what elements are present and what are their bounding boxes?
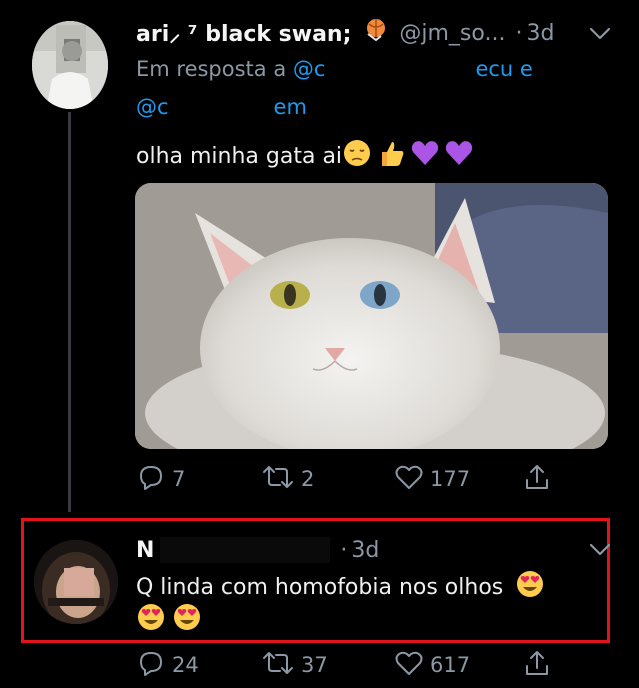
heart-eyes-icon: [172, 602, 202, 638]
reply-icon: [136, 462, 166, 497]
thread-line: [68, 112, 71, 512]
reply-context: Em resposta a @c ecu e: [136, 57, 533, 82]
user-handle[interactable]: @jm_so...: [399, 21, 505, 46]
redaction-bar: [160, 537, 331, 563]
avatar[interactable]: [34, 540, 118, 624]
chevron-down-icon[interactable]: [589, 24, 611, 42]
purple-heart-icon: [444, 138, 474, 174]
reply-context-line2: @c em: [136, 95, 307, 120]
tweet-text: olha minha gata ai: [136, 138, 474, 174]
heart-icon: [394, 462, 424, 497]
basketball-icon: [361, 16, 389, 50]
separator-dot: ·: [340, 537, 348, 563]
separator-dot: ·: [515, 20, 523, 46]
tweet-actions: 24 37 617: [136, 648, 576, 682]
tweet-text-content: olha minha gata ai: [136, 143, 343, 169]
chevron-down-icon[interactable]: [589, 540, 611, 558]
retweet-count: 37: [301, 653, 328, 677]
tweet-text-content: Q linda com homofobia nos olhos: [136, 574, 504, 600]
heart-eyes-icon: [515, 569, 545, 605]
reply-count: 24: [172, 653, 199, 677]
reply-count: 7: [172, 467, 186, 491]
timestamp[interactable]: 3d: [351, 538, 379, 563]
mention-start: @c: [292, 57, 326, 81]
retweet-button[interactable]: 37: [261, 648, 328, 682]
mention-link[interactable]: @c ecu e: [292, 57, 533, 82]
display-name[interactable]: ari⸝ ⁷ black swan;: [136, 18, 351, 48]
like-count: 177: [430, 467, 471, 491]
retweet-button[interactable]: 2: [261, 462, 314, 496]
tweet-header: N · 3d: [136, 535, 379, 565]
reply-button[interactable]: 7: [136, 462, 185, 496]
tweet-text: Q linda com homofobia nos olhos: [136, 569, 545, 605]
share-icon: [522, 648, 552, 683]
reply-button[interactable]: 24: [136, 648, 199, 682]
mention-link[interactable]: @c em: [136, 95, 307, 120]
like-button[interactable]: 177: [394, 462, 470, 496]
share-button[interactable]: [522, 648, 552, 682]
heart-eyes-icon: [136, 602, 166, 638]
retweet-count: 2: [301, 467, 315, 491]
purple-heart-icon: [410, 138, 440, 174]
heart-icon: [394, 648, 424, 683]
retweet-icon: [261, 648, 295, 683]
tweet-header: ari⸝ ⁷ black swan; @jm_so... · 3d: [136, 18, 554, 48]
redaction-bar: [168, 96, 274, 120]
attached-photo[interactable]: [135, 183, 608, 449]
display-name[interactable]: N: [136, 538, 154, 563]
avatar[interactable]: [32, 21, 108, 109]
pensive-face-icon: [342, 138, 372, 174]
like-count: 617: [430, 653, 471, 677]
tweet-actions: 7 2 177: [136, 462, 576, 496]
redaction-bar: [325, 58, 476, 82]
reply-icon: [136, 648, 166, 683]
mention-end: ecu e: [475, 57, 533, 81]
mention-start: @c: [136, 95, 169, 119]
share-button[interactable]: [522, 462, 552, 496]
retweet-icon: [261, 462, 295, 497]
like-button[interactable]: 617: [394, 648, 470, 682]
share-icon: [522, 462, 552, 497]
thumbs-up-icon: [376, 138, 406, 174]
mention-end: em: [273, 95, 307, 119]
timestamp[interactable]: 3d: [526, 21, 554, 46]
reply-prefix: Em resposta a: [136, 57, 287, 81]
tweet-text-line2: [136, 602, 202, 638]
